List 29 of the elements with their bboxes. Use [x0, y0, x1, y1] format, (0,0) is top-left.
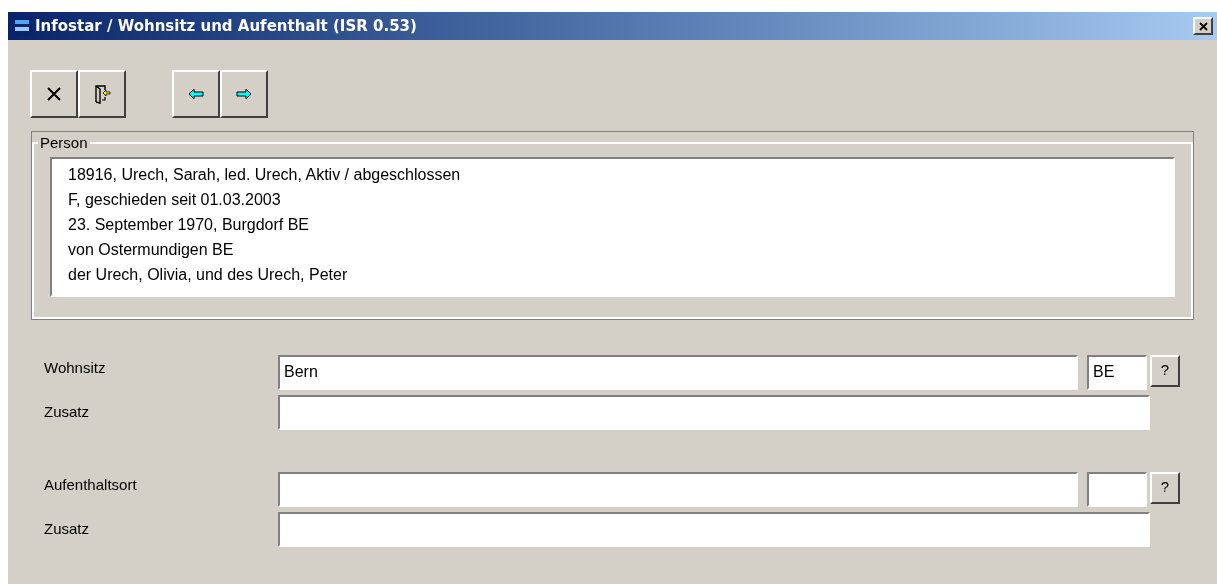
previous-button[interactable] — [172, 70, 220, 118]
door-arrow-icon — [92, 84, 112, 104]
field-label: Zusatz — [44, 401, 90, 422]
summary-line: F, geschieden seit 01.03.2003 — [68, 189, 282, 210]
close-button[interactable] — [1193, 17, 1213, 35]
summary-line: 23. September 1970, Burgdorf BE — [68, 214, 311, 235]
place-input[interactable]: Bern — [278, 354, 1078, 390]
delete-button[interactable] — [30, 70, 78, 118]
arrow-left-icon — [188, 88, 204, 100]
text-input[interactable] — [278, 394, 1150, 430]
summary-line: der Urech, Olivia, und des Urech, Peter — [68, 264, 349, 285]
field-label: Aufenthaltsort — [44, 474, 138, 495]
next-button[interactable] — [220, 70, 268, 118]
summary-line: 18916, Urech, Sarah, led. Urech, Aktiv / abgeschlossen — [68, 164, 462, 185]
field-label: Wohnsitz — [44, 357, 107, 378]
summary-line: von Ostermundigen BE — [68, 239, 235, 260]
field-label: Zusatz — [44, 518, 90, 539]
help-button[interactable]: ? — [1150, 354, 1180, 387]
canton-input[interactable] — [1087, 471, 1147, 507]
help-button[interactable]: ? — [1150, 471, 1180, 504]
close-icon — [1198, 21, 1208, 31]
group-label: Person — [39, 133, 89, 153]
canton-input[interactable]: BE — [1087, 354, 1147, 390]
cross-icon — [46, 86, 62, 102]
window-title: Infostar / Wohnsitz und Aufenthalt (ISR 0.53) — [35, 15, 417, 37]
text-input[interactable] — [278, 511, 1150, 547]
arrow-right-icon — [236, 88, 252, 100]
exit-button[interactable] — [78, 70, 126, 118]
place-input[interactable] — [278, 471, 1078, 507]
